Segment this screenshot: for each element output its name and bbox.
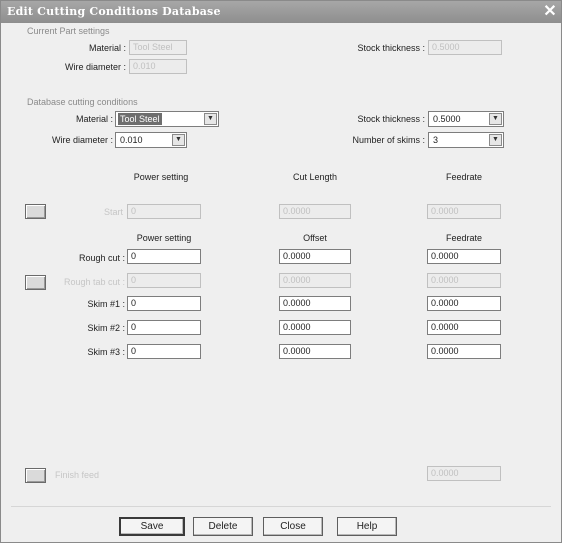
close-icon[interactable]: ✕ xyxy=(541,2,559,22)
skim-3-offset-input[interactable]: 0.0000 xyxy=(279,344,351,359)
current-wire-diameter-label: Wire diameter : xyxy=(64,62,126,72)
db-stock-thickness-label: Stock thickness : xyxy=(357,114,425,124)
start-power-header: Power setting xyxy=(133,172,189,182)
database-section-label: Database cutting conditions xyxy=(27,97,138,107)
rough-tab-cut-feedrate-field: 0.0000 xyxy=(427,273,501,288)
help-button[interactable]: Help xyxy=(337,517,397,536)
db-stock-thickness-value: 0.5000 xyxy=(433,114,461,124)
button-row-divider xyxy=(11,506,551,507)
start-row-label: Start xyxy=(103,207,123,217)
rough-tab-cut-offset-field: 0.0000 xyxy=(279,273,351,288)
start-cut-length-field: 0.0000 xyxy=(279,204,351,219)
finish-feed-feedrate-field: 0.0000 xyxy=(427,466,501,481)
window-title: Edit Cutting Conditions Database xyxy=(7,5,221,18)
rough-cut-offset-input[interactable]: 0.0000 xyxy=(279,249,351,264)
chevron-down-icon[interactable]: ▼ xyxy=(489,113,502,125)
db-material-label: Material : xyxy=(75,114,113,124)
delete-button[interactable]: Delete xyxy=(193,517,253,536)
skim-3-label: Skim #3 : xyxy=(87,347,125,357)
start-power-field: 0 xyxy=(127,204,201,219)
finish-feed-toggle-button[interactable] xyxy=(25,468,46,483)
current-material-field: Tool Steel xyxy=(129,40,187,55)
skim-1-power-input[interactable]: 0 xyxy=(127,296,201,311)
start-cut-length-header: Cut Length xyxy=(292,172,338,182)
current-part-section-label: Current Part settings xyxy=(27,26,110,36)
start-feedrate-header: Feedrate xyxy=(445,172,483,182)
pass-feedrate-header: Feedrate xyxy=(445,233,483,243)
db-number-of-skims-label: Number of skims : xyxy=(352,135,425,145)
close-button[interactable]: Close xyxy=(263,517,323,536)
finish-feed-label: Finish feed xyxy=(54,470,99,480)
rough-cut-feedrate-input[interactable]: 0.0000 xyxy=(427,249,501,264)
db-number-of-skims-value: 3 xyxy=(433,135,439,145)
pass-power-header: Power setting xyxy=(136,233,192,243)
start-feedrate-field: 0.0000 xyxy=(427,204,501,219)
current-stock-thickness-label: Stock thickness : xyxy=(357,43,425,53)
pass-offset-header: Offset xyxy=(303,233,327,243)
skim-2-feedrate-input[interactable]: 0.0000 xyxy=(427,320,501,335)
rough-cut-power-input[interactable]: 0 xyxy=(127,249,201,264)
db-number-of-skims-select[interactable]: 3 ▼ xyxy=(428,132,504,148)
save-button[interactable]: Save xyxy=(119,517,185,536)
skim-2-label: Skim #2 : xyxy=(87,323,125,333)
current-wire-diameter-field: 0.010 xyxy=(129,59,187,74)
title-bar[interactable]: Edit Cutting Conditions Database ✕ xyxy=(1,1,561,23)
chevron-down-icon[interactable]: ▼ xyxy=(489,134,502,146)
db-wire-diameter-value: 0.010 xyxy=(120,135,143,145)
rough-tab-cut-power-field: 0 xyxy=(127,273,201,288)
rough-cut-label: Rough cut : xyxy=(78,253,125,263)
skim-1-feedrate-input[interactable]: 0.0000 xyxy=(427,296,501,311)
skim-3-feedrate-input[interactable]: 0.0000 xyxy=(427,344,501,359)
db-wire-diameter-select[interactable]: 0.010 ▼ xyxy=(115,132,187,148)
start-row-toggle-button[interactable] xyxy=(25,204,46,219)
chevron-down-icon[interactable]: ▼ xyxy=(204,113,217,125)
skim-3-power-input[interactable]: 0 xyxy=(127,344,201,359)
current-stock-thickness-field: 0.5000 xyxy=(428,40,502,55)
db-material-selected-value: Tool Steel xyxy=(118,113,162,125)
rough-tab-cut-label: Rough tab cut : xyxy=(63,277,125,287)
db-wire-diameter-label: Wire diameter : xyxy=(51,135,113,145)
skim-2-offset-input[interactable]: 0.0000 xyxy=(279,320,351,335)
skim-1-label: Skim #1 : xyxy=(87,299,125,309)
db-material-select[interactable]: Tool Steel ▼ xyxy=(115,111,219,127)
skim-2-power-input[interactable]: 0 xyxy=(127,320,201,335)
db-stock-thickness-select[interactable]: 0.5000 ▼ xyxy=(428,111,504,127)
chevron-down-icon[interactable]: ▼ xyxy=(172,134,185,146)
skim-1-offset-input[interactable]: 0.0000 xyxy=(279,296,351,311)
dialog-window: Edit Cutting Conditions Database ✕ Curre… xyxy=(0,0,562,543)
current-material-label: Material : xyxy=(88,43,126,53)
